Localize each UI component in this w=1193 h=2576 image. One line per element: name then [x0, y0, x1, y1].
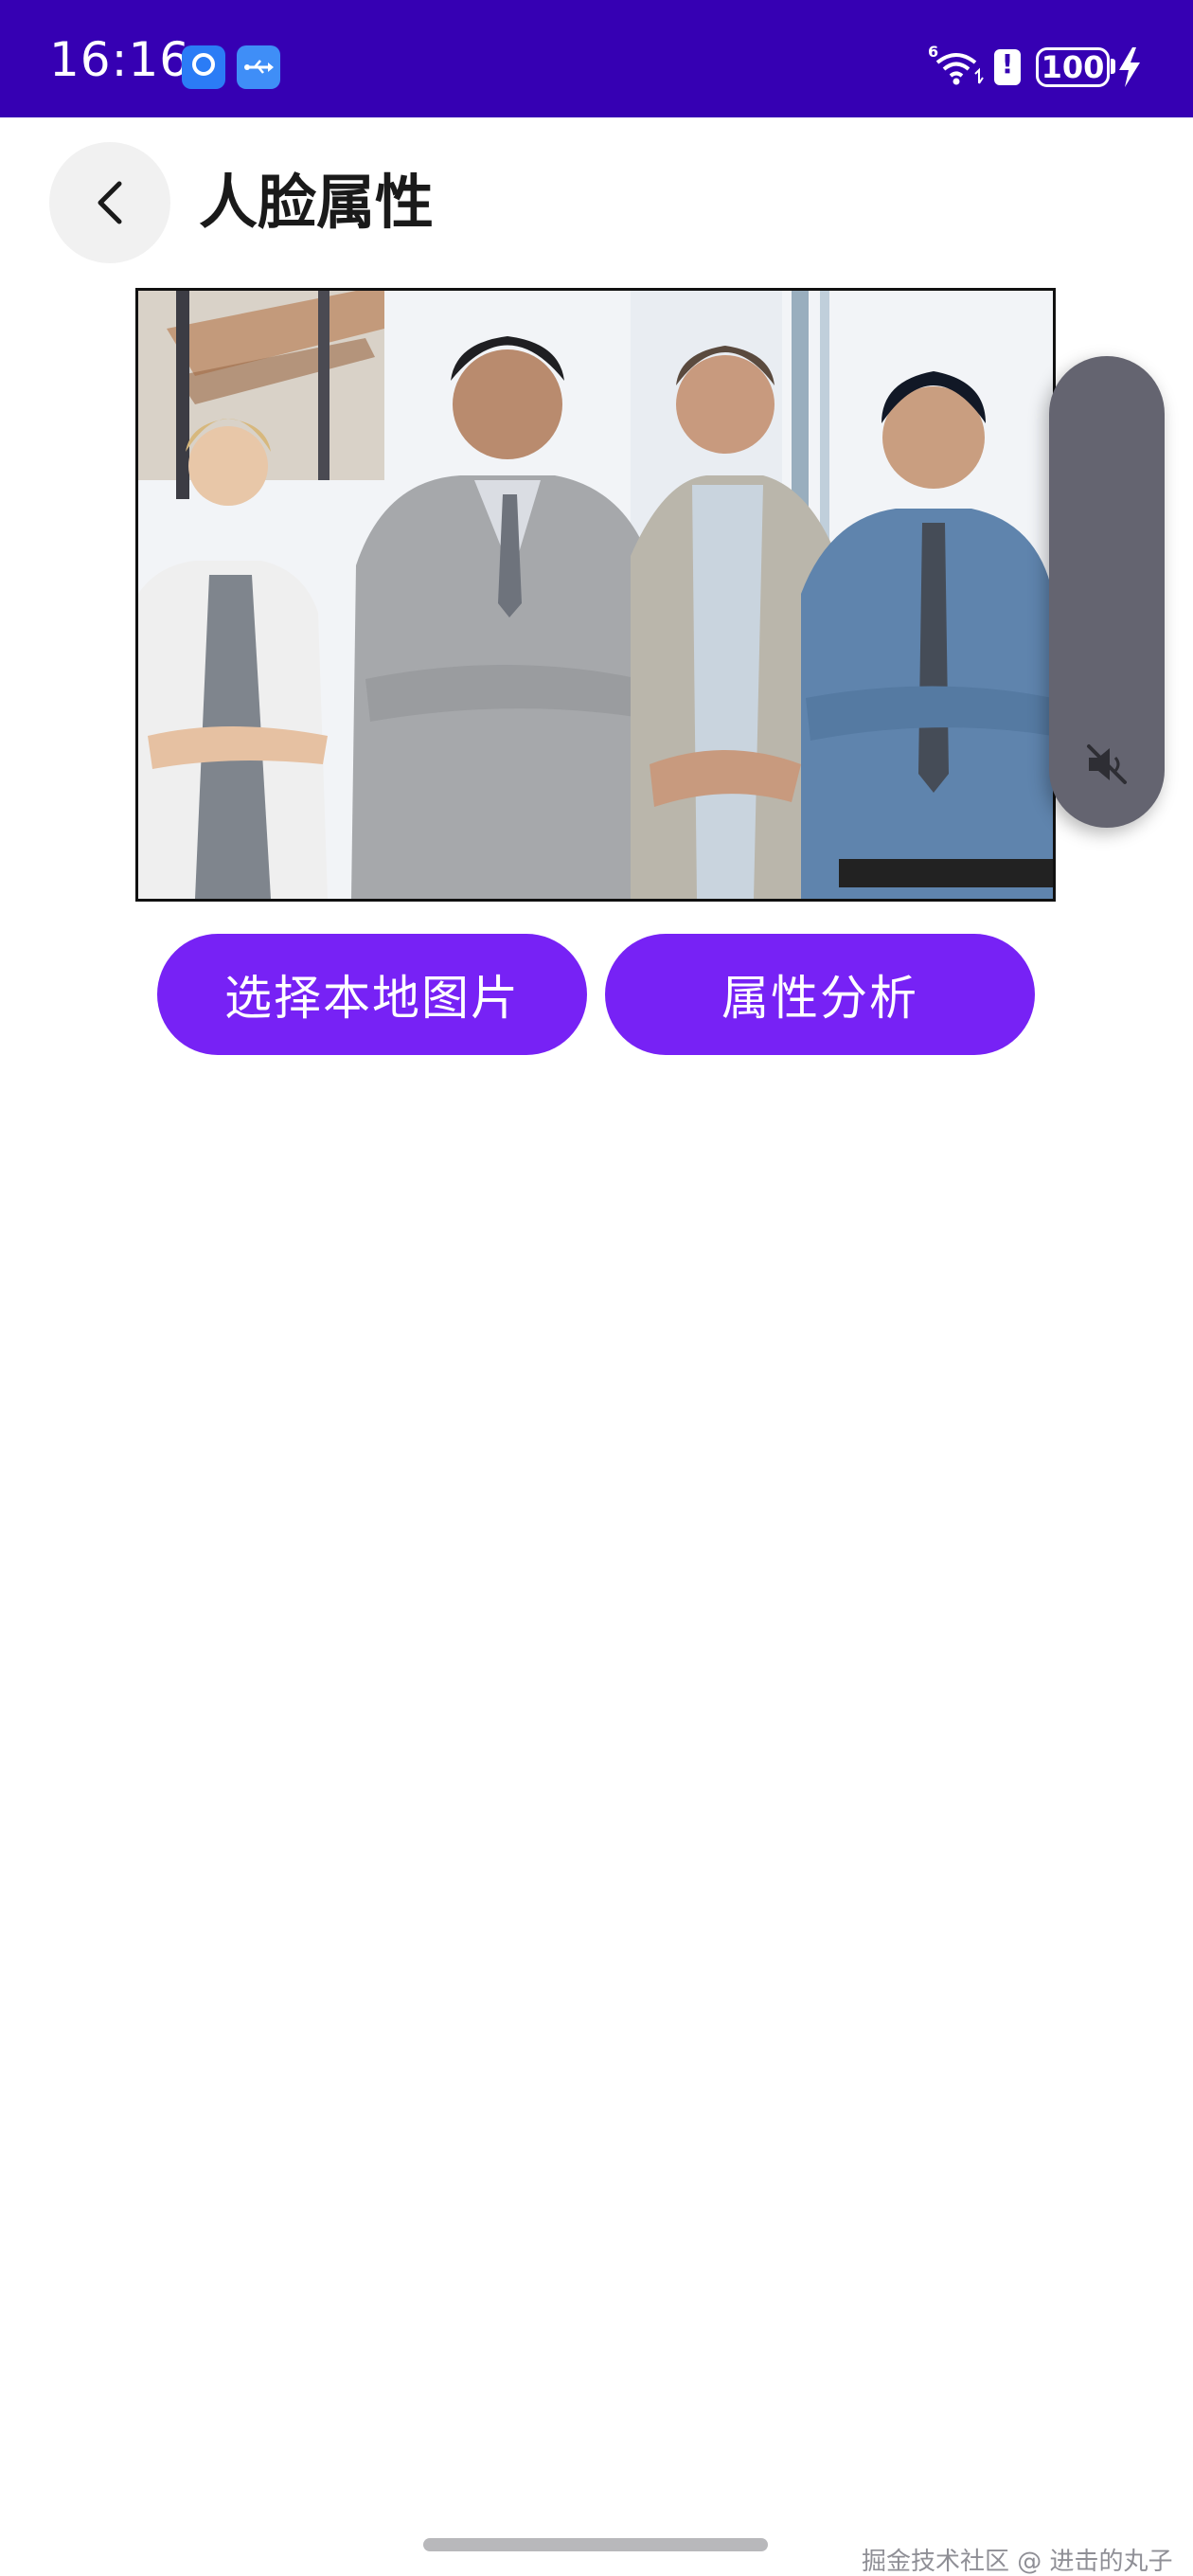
- wifi-icon: 6: [928, 42, 985, 91]
- app-icon: [182, 45, 225, 89]
- image-preview: [135, 288, 1056, 902]
- status-bar: 16:16 6 100: [0, 0, 1193, 117]
- charging-icon: [1117, 47, 1142, 91]
- watermark: 掘金技术社区 @ 进击的丸子: [862, 2548, 1173, 2576]
- page-title: 人脸属性: [199, 168, 435, 237]
- volume-panel[interactable]: [1049, 356, 1165, 828]
- select-local-image-button[interactable]: 选择本地图片: [157, 934, 587, 1055]
- alert-icon: [994, 49, 1021, 85]
- back-button[interactable]: [49, 142, 170, 263]
- battery-icon: 100: [1036, 47, 1110, 87]
- volume-muted-icon[interactable]: [1083, 741, 1131, 788]
- chevron-left-icon: [98, 181, 122, 224]
- usb-icon: [237, 45, 280, 89]
- status-time: 16:16: [49, 32, 191, 87]
- svg-text:6: 6: [928, 43, 938, 61]
- attribute-analysis-button[interactable]: 属性分析: [605, 934, 1035, 1055]
- home-indicator[interactable]: [423, 2538, 768, 2551]
- battery-tip: [1111, 59, 1115, 74]
